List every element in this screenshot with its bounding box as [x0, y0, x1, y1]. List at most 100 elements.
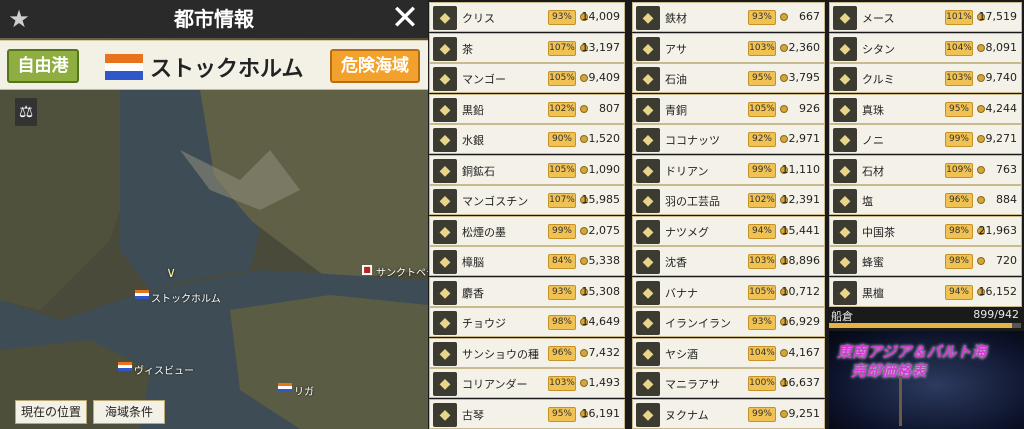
- map-label-visby[interactable]: ヴィスビュー: [134, 362, 194, 377]
- goods-row[interactable]: ◆ バナナ 105% 10,712: [632, 276, 825, 307]
- goods-name: 麝香: [462, 286, 484, 300]
- goods-price: 21,963: [978, 223, 1018, 237]
- price-percent-badge: 105%: [748, 284, 776, 300]
- coin-icon: [977, 165, 985, 174]
- goods-row[interactable]: ◆ メース 101% 17,519: [829, 2, 1022, 32]
- goods-row[interactable]: ◆ 青銅 105% 926: [632, 93, 825, 124]
- goods-price: 18,896: [781, 254, 821, 267]
- stockholm-flag-icon: [135, 290, 149, 299]
- goods-name: 黒鉛: [462, 103, 484, 117]
- balance-scale-icon[interactable]: ⚖: [15, 98, 37, 126]
- goods-price: 14,649: [581, 315, 621, 328]
- chinese-tea-icon: ◆: [833, 219, 857, 244]
- banana-icon: ◆: [636, 280, 660, 305]
- goods-name: 松煙の墨: [462, 225, 506, 239]
- goods-name: ドリアン: [665, 164, 709, 178]
- goods-row[interactable]: ◆ 黒鉛 102% 807: [429, 93, 625, 124]
- feather-craft-icon: ◆: [636, 189, 660, 213]
- goods-row[interactable]: ◆ チョウジ 98% 14,649: [429, 307, 625, 337]
- goods-row[interactable]: ◆ 沈香 103% 18,896: [632, 246, 825, 276]
- goods-name: 中国茶: [862, 225, 895, 239]
- goods-price: 1,520: [588, 132, 621, 145]
- goods-row[interactable]: ◆ 塩 96% 884: [829, 185, 1022, 215]
- coin-icon: [977, 104, 985, 113]
- goods-row[interactable]: ◆ 松煙の墨 99% 2,075: [429, 215, 625, 246]
- goods-row[interactable]: ◆ 石油 95% 3,795: [632, 63, 825, 93]
- goods-row[interactable]: ◆ 中国茶 98% 21,963: [829, 215, 1022, 246]
- goods-row[interactable]: ◆ 麝香 93% 15,308: [429, 276, 625, 307]
- tea-icon: ◆: [433, 36, 457, 61]
- coin-icon: [580, 379, 588, 387]
- ship-image: [899, 376, 959, 426]
- goods-price: 2,971: [788, 132, 821, 145]
- goods-row[interactable]: ◆ 蜂蜜 98% 720: [829, 246, 1022, 276]
- page-title: 都市情報: [174, 7, 254, 31]
- goods-name: メース: [862, 12, 895, 25]
- goods-row[interactable]: ◆ 水銀 90% 1,520: [429, 124, 625, 154]
- goods-row[interactable]: ◆ ノニ 99% 9,271: [829, 124, 1022, 154]
- map-label-riga[interactable]: リガ: [294, 383, 314, 398]
- goods-name: 蜂蜜: [862, 256, 884, 269]
- goods-row[interactable]: ◆ アサ 103% 2,360: [632, 32, 825, 63]
- current-position-button[interactable]: 現在の位置: [15, 400, 87, 424]
- goods-row[interactable]: ◆ 黒檀 94% 16,152: [829, 276, 1022, 307]
- price-percent-badge: 94%: [945, 284, 973, 300]
- goods-row[interactable]: ◆ 羽の工芸品 102% 12,391: [632, 185, 825, 215]
- noni-icon: ◆: [833, 128, 857, 152]
- goods-row[interactable]: ◆ ナツメグ 94% 15,441: [632, 215, 825, 246]
- oil-icon: ◆: [636, 67, 660, 91]
- price-percent-badge: 107%: [548, 40, 576, 56]
- goods-row[interactable]: ◆ コリアンダー 103% 1,493: [429, 368, 625, 398]
- goods-price: 15,985: [581, 193, 621, 206]
- star-icon[interactable]: ★: [6, 6, 32, 32]
- price-percent-badge: 104%: [945, 40, 973, 56]
- price-percent-badge: 96%: [945, 193, 973, 208]
- goods-row[interactable]: ◆ サンショウの種 96% 7,432: [429, 337, 625, 368]
- price-percent-badge: 100%: [748, 376, 776, 391]
- goods-row[interactable]: ◆ シタン 104% 8,091: [829, 32, 1022, 63]
- goods-row[interactable]: ◆ マンゴスチン 107% 15,985: [429, 185, 625, 215]
- close-icon[interactable]: ✕: [390, 1, 420, 35]
- goods-row[interactable]: ◆ 茶 107% 13,197: [429, 32, 625, 63]
- goods-price: 1,090: [588, 162, 621, 176]
- goods-row[interactable]: ◆ マンゴー 105% 9,409: [429, 63, 625, 93]
- goods-row[interactable]: ◆ クリス 93% 14,009: [429, 2, 625, 32]
- goods-price: 14,009: [581, 10, 621, 23]
- goods-price: 720: [996, 254, 1017, 267]
- price-percent-badge: 107%: [548, 193, 576, 208]
- city-name: ストックホルム: [150, 57, 304, 82]
- goods-name: 黒檀: [862, 286, 884, 300]
- goods-row[interactable]: ◆ 鉄材 93% 667: [632, 2, 825, 32]
- coin-icon: [780, 74, 788, 82]
- goods-row[interactable]: ◆ 古琴 95% 16,191: [429, 398, 625, 429]
- goods-row[interactable]: ◆ 銅鉱石 105% 1,090: [429, 154, 625, 185]
- price-percent-badge: 103%: [748, 254, 776, 269]
- goods-row[interactable]: ◆ イランイラン 93% 16,929: [632, 307, 825, 337]
- goods-row[interactable]: ◆ ドリアン 99% 11,110: [632, 154, 825, 185]
- promo-banner[interactable]: 東南アジア＆バルト海 売却価格表: [829, 331, 1024, 429]
- coin-icon: [977, 135, 985, 143]
- sea-conditions-button[interactable]: 海域条件: [93, 400, 165, 424]
- coin-icon: [580, 165, 588, 174]
- map-label-stockholm[interactable]: ストックホルム: [151, 290, 221, 305]
- goods-column-1: ◆ クリス 93% 14,009 ◆ 茶 107% 13,197 ◆ マンゴー 105% 9,409 ◆…: [429, 0, 625, 429]
- cargo-hold-fill: [829, 323, 1013, 328]
- goods-name: 鉄材: [665, 12, 687, 25]
- goods-row[interactable]: ◆ 樟脳 84% 5,338: [429, 246, 625, 276]
- goods-price: 16,637: [781, 376, 821, 389]
- price-percent-badge: 99%: [548, 223, 576, 239]
- goods-row[interactable]: ◆ ヌクナム 99% 9,251: [632, 398, 825, 429]
- goods-row[interactable]: ◆ ヤシ酒 104% 4,167: [632, 337, 825, 368]
- goods-row[interactable]: ◆ クルミ 103% 9,740: [829, 63, 1022, 93]
- map-label-saint-petersburg[interactable]: サンクトペテ: [376, 264, 428, 279]
- free-port-badge: 自由港: [7, 49, 79, 83]
- goods-row[interactable]: ◆ ココナッツ 92% 2,971: [632, 124, 825, 154]
- goods-row[interactable]: ◆ 石材 109% 763: [829, 154, 1022, 185]
- price-percent-badge: 104%: [748, 345, 776, 361]
- map-view[interactable]: ⚖ ストックホルム ∨ ヴィスビュー リガ ■ サンクトペテ 現在の位置 海域条…: [0, 90, 428, 429]
- goods-row[interactable]: ◆ 真珠 95% 4,244: [829, 93, 1022, 124]
- coin-icon: [780, 104, 788, 113]
- price-percent-badge: 92%: [748, 132, 776, 147]
- camphor-icon: ◆: [433, 250, 457, 274]
- goods-row[interactable]: ◆ マニラアサ 100% 16,637: [632, 368, 825, 398]
